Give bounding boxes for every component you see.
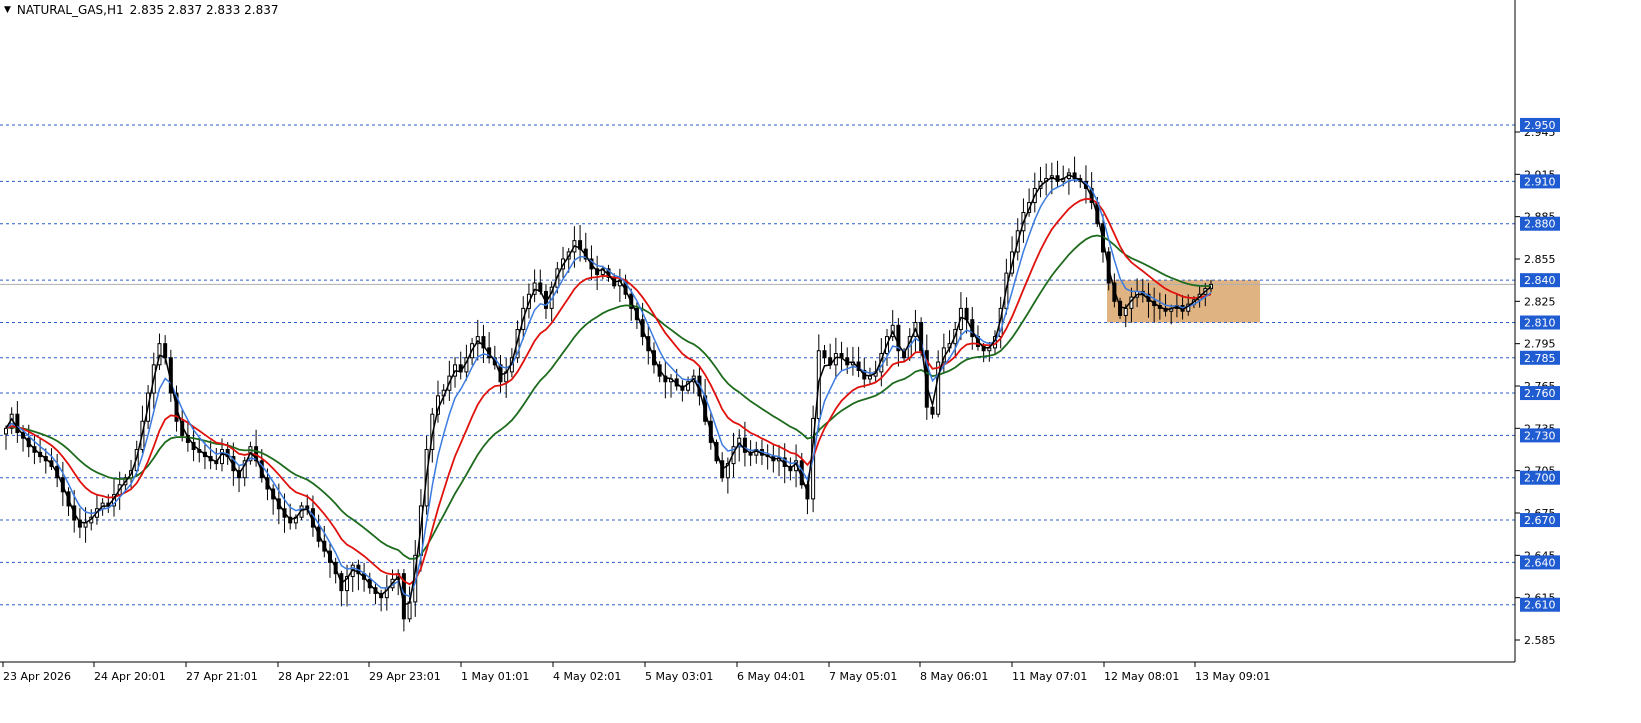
time-tick-label: 6 May 04:01	[737, 670, 805, 683]
candle-body	[4, 427, 8, 435]
time-tick-label: 13 May 09:01	[1195, 670, 1270, 683]
candle-body	[936, 361, 941, 415]
time-tick-label: 1 May 01:01	[461, 670, 529, 683]
chart-header: ▼ NATURAL_GAS,H1 2.835 2.837 2.833 2.837	[4, 3, 279, 17]
price-chart[interactable]: 2.9452.9152.8852.8552.8252.7952.7652.735…	[0, 0, 1641, 719]
time-tick-label: 12 May 08:01	[1104, 670, 1179, 683]
time-tick-label: 7 May 05:01	[829, 670, 897, 683]
candle-body	[163, 343, 168, 359]
time-tick-label: 11 May 07:01	[1012, 670, 1087, 683]
ohlc-readout: 2.835 2.837 2.833 2.837	[129, 3, 279, 17]
chart-canvas[interactable]: 2.9452.9152.8852.8552.8252.7952.7652.735…	[0, 0, 1641, 719]
price-level-badge-text: 2.785	[1524, 352, 1556, 365]
triangle-down-icon[interactable]: ▼	[4, 5, 11, 15]
candle-body	[822, 350, 827, 359]
time-tick-label: 23 Apr 2026	[3, 670, 71, 683]
price-level-badge-text: 2.840	[1524, 274, 1556, 287]
time-tick-label: 5 May 03:01	[645, 670, 713, 683]
time-tick-label: 8 May 06:01	[920, 670, 988, 683]
price-level-badge-text: 2.880	[1524, 218, 1556, 231]
time-tick-label: 28 Apr 22:01	[278, 670, 350, 683]
time-tick-label: 24 Apr 20:01	[94, 670, 166, 683]
price-tick-label: 2.795	[1524, 338, 1556, 351]
time-tick-label: 27 Apr 21:01	[186, 670, 258, 683]
time-tick-label: 29 Apr 23:01	[369, 670, 441, 683]
price-level-badge-text: 2.700	[1524, 472, 1556, 485]
price-level-badge-text: 2.910	[1524, 175, 1556, 188]
price-tick-label: 2.855	[1524, 253, 1556, 266]
time-tick-label: 4 May 02:01	[553, 670, 621, 683]
price-level-badge-text: 2.760	[1524, 387, 1556, 400]
price-level-badge-text: 2.640	[1524, 556, 1556, 569]
price-tick-label: 2.585	[1524, 634, 1556, 647]
price-level-badge-text: 2.610	[1524, 599, 1556, 612]
candle-body	[407, 601, 412, 620]
price-level-badge-text: 2.730	[1524, 429, 1556, 442]
price-level-badge-text: 2.670	[1524, 514, 1556, 527]
price-level-badge-text: 2.810	[1524, 317, 1556, 330]
price-level-badge-text: 2.950	[1524, 119, 1556, 132]
candle-body	[83, 522, 88, 528]
candle-body	[1123, 307, 1128, 316]
candle-body	[930, 406, 935, 415]
price-tick-label: 2.825	[1524, 295, 1556, 308]
symbol-label: NATURAL_GAS,H1	[16, 3, 124, 17]
